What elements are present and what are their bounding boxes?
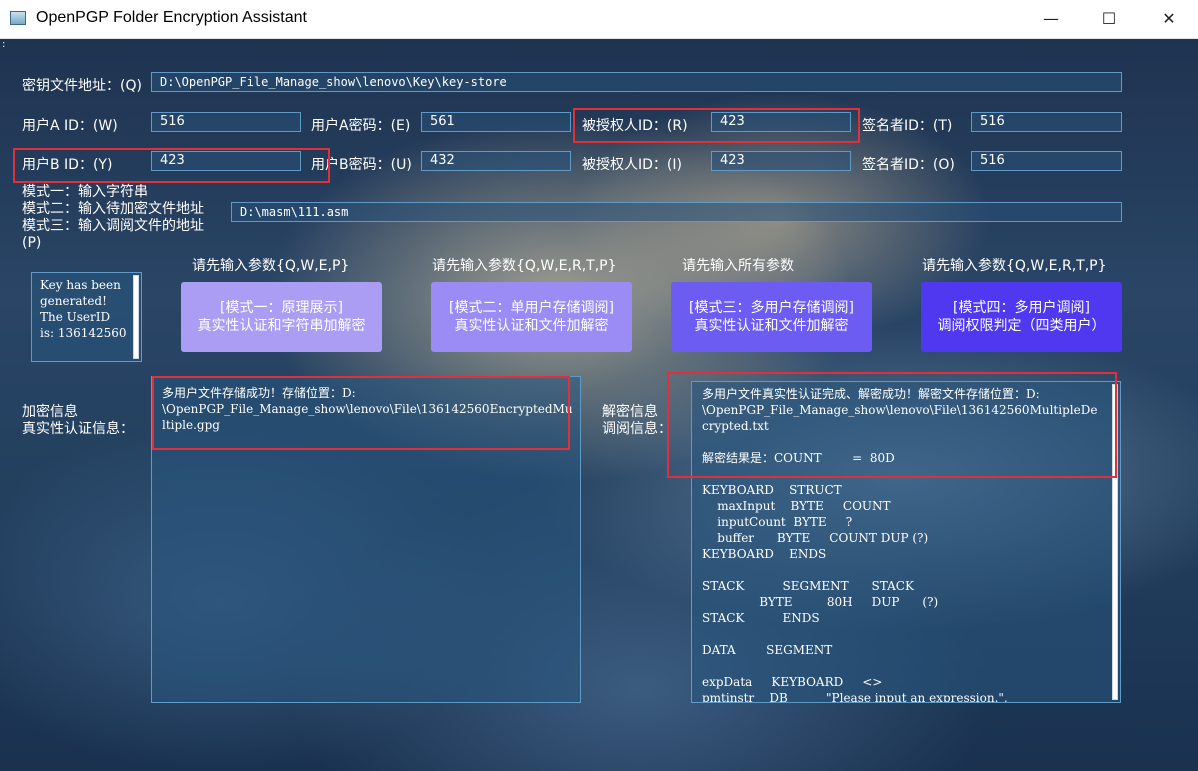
mode4-button[interactable]: [模式四：多用户调阅] 调阅权限判定（四类用户） (921, 282, 1122, 352)
close-button[interactable]: ✕ (1140, 0, 1198, 38)
mode2-description: 模式二：输入待加密文件地址 (22, 201, 204, 217)
mode4-button-subtitle: 调阅权限判定（四类用户） (937, 318, 1106, 334)
mode2-button-subtitle: 真实性认证和文件加解密 (454, 318, 609, 334)
grantee-id-label-i: 被授权人ID：(I) (582, 157, 682, 173)
highlight-box (13, 148, 330, 183)
highlight-box (573, 108, 860, 143)
mode4-hint: 请先输入参数{Q,W,E,R,T,P} (922, 258, 1107, 274)
window-title: OpenPGP Folder Encryption Assistant (36, 9, 307, 26)
mode1-button-subtitle: 真实性认证和字符串加解密 (197, 318, 366, 334)
mode3-hint: 请先输入所有参数 (682, 258, 794, 274)
mode-input[interactable]: D:\masm\111.asm (231, 202, 1122, 222)
key-log-text: Key has been generated! The UserID is: 1… (40, 278, 127, 340)
mode4-button-title: [模式四：多用户调阅] (953, 300, 1090, 316)
highlight-box (667, 372, 1117, 478)
auth-info-label: 真实性认证信息： (22, 421, 134, 437)
mode1-hint: 请先输入参数{Q,W,E,P} (192, 258, 350, 274)
user-a-password-label: 用户A密码：(E) (311, 118, 411, 134)
main-panel: : 密钥文件地址：(Q) D:\OpenPGP_File_Manage_show… (0, 39, 1198, 771)
mode3-button-subtitle: 真实性认证和文件加解密 (694, 318, 849, 334)
user-a-password-input[interactable]: 561 (421, 112, 571, 132)
user-a-id-input[interactable]: 516 (151, 112, 301, 132)
mode1-button[interactable]: [模式一：原理展示] 真实性认证和字符串加解密 (181, 282, 382, 352)
grantee-id-input-i[interactable]: 423 (711, 151, 851, 171)
key-log-scrollbar[interactable] (133, 275, 139, 359)
user-a-id-label: 用户A ID：(W) (22, 118, 118, 134)
mode2-button-title: [模式二：单用户存储调阅] (449, 300, 614, 316)
minimize-button[interactable]: — (1022, 0, 1080, 38)
signer-id-input-o[interactable]: 516 (971, 151, 1122, 171)
p-shortcut-label: (P) (22, 235, 42, 251)
signer-id-input-t[interactable]: 516 (971, 112, 1122, 132)
menu-grip[interactable]: : (2, 39, 5, 50)
mode3-button-title: [模式三：多用户存储调阅] (689, 300, 854, 316)
mode1-button-title: [模式一：原理展示] (220, 300, 343, 316)
mode1-description: 模式一：输入字符串 (22, 184, 148, 200)
mode2-hint: 请先输入参数{Q,W,E,R,T,P} (432, 258, 617, 274)
maximize-button[interactable]: ☐ (1080, 0, 1138, 38)
user-b-password-input[interactable]: 432 (421, 151, 571, 171)
signer-id-label-t: 签名者ID：(T) (862, 118, 953, 134)
key-path-label: 密钥文件地址：(Q) (22, 78, 142, 94)
app-icon (10, 11, 26, 25)
title-bar: OpenPGP Folder Encryption Assistant — ☐ … (0, 0, 1198, 39)
mode2-button[interactable]: [模式二：单用户存储调阅] 真实性认证和文件加解密 (431, 282, 632, 352)
key-path-input[interactable]: D:\OpenPGP_File_Manage_show\lenovo\Key\k… (151, 72, 1122, 92)
mode3-description: 模式三：输入调阅文件的地址 (22, 218, 204, 234)
highlight-box (152, 376, 570, 450)
mode3-button[interactable]: [模式三：多用户存储调阅] 真实性认证和文件加解密 (671, 282, 872, 352)
signer-id-label-o: 签名者ID：(O) (862, 157, 955, 173)
review-info-label: 调阅信息： (602, 421, 672, 437)
key-log-textarea[interactable]: Key has been generated! The UserID is: 1… (31, 272, 142, 362)
